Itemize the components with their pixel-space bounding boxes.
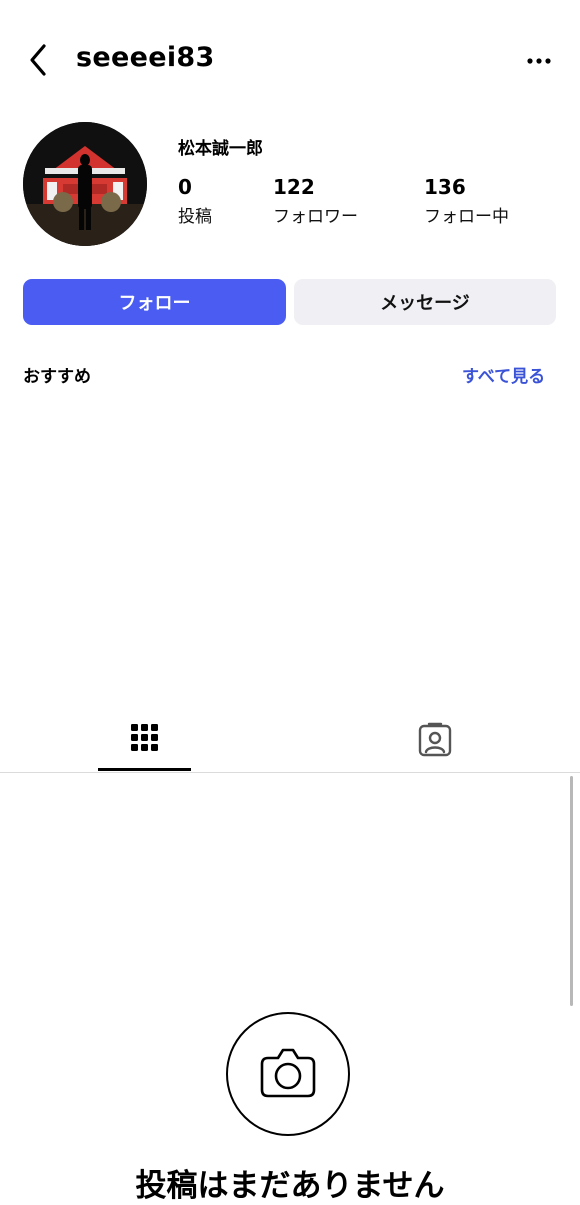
message-button[interactable]: メッセージ [294,279,556,325]
followers-count[interactable]: 122 [273,175,315,199]
page-title: seeeei83 [76,42,215,73]
tab-posts-grid[interactable] [98,715,191,771]
display-name: 松本誠一郎 [178,139,263,159]
tab-tagged[interactable] [395,715,475,771]
empty-state-icon-circle [226,1012,350,1136]
profile-header: seeeei83 [0,0,580,120]
following-count[interactable]: 136 [424,175,466,199]
followers-label[interactable]: フォロワー [273,202,358,227]
avatar[interactable] [23,122,147,246]
camera-icon [260,1048,316,1098]
see-all-link[interactable]: すべて見る [462,362,545,387]
avatar-image [23,122,147,246]
recommendations-title: おすすめ [23,367,91,387]
following-label[interactable]: フォロー中 [424,202,509,227]
grid-icon [131,724,158,751]
back-button[interactable] [22,40,58,80]
chevron-left-icon [30,44,46,76]
tab-divider [0,772,580,773]
more-horizontal-icon [527,58,551,64]
more-button[interactable] [520,46,560,76]
active-tab-indicator [98,768,191,771]
posts-label: 投稿 [178,207,212,227]
tagged-person-icon [418,722,452,757]
scrollbar[interactable] [570,776,573,1006]
follow-button[interactable]: フォロー [23,279,286,325]
posts-count: 0 [178,175,192,199]
empty-state-text: 投稿はまだありません [135,1168,445,1204]
